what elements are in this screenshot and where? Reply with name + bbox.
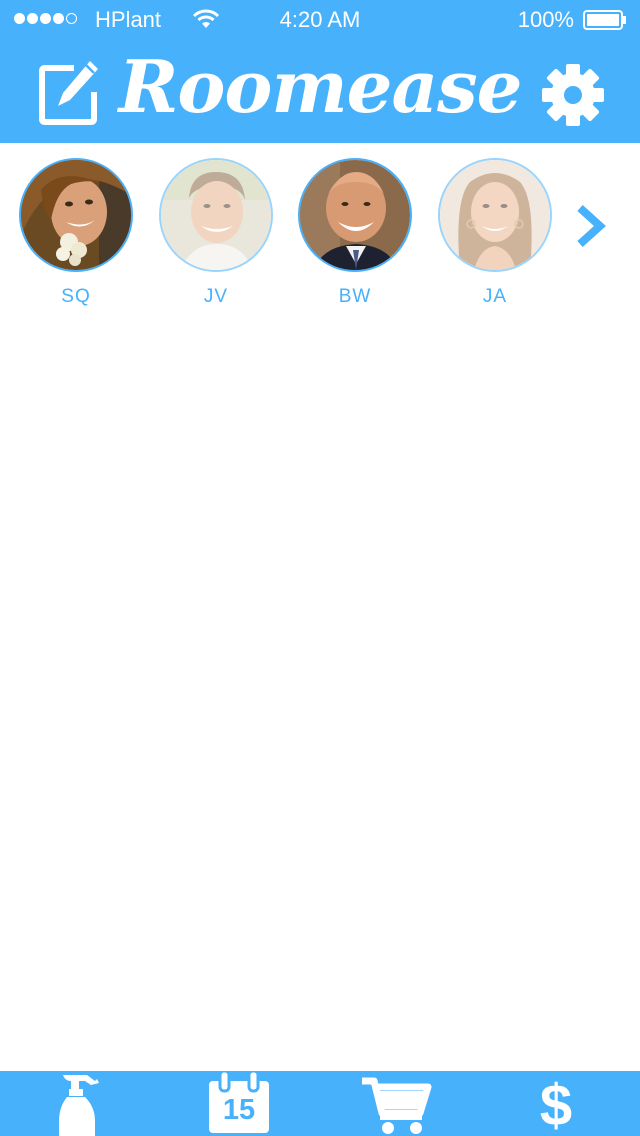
avatar-photo-bw: [300, 160, 410, 270]
avatar-photo-jv: [161, 160, 271, 270]
roommate-jv[interactable]: JV: [156, 158, 276, 308]
battery-percentage: 100%: [517, 7, 574, 32]
roommate-initials: JA: [482, 286, 508, 307]
spray-bottle-icon[interactable]: [57, 1071, 101, 1136]
roommate-initials: BW: [338, 286, 372, 307]
avatar-photo-sq: [21, 160, 131, 270]
avatar: [438, 158, 552, 272]
shopping-cart-icon[interactable]: [360, 1071, 432, 1136]
roommate-ja[interactable]: JA: [435, 158, 555, 308]
roommate-sq[interactable]: SQ: [16, 158, 136, 308]
top-bar: HPlant 4:20 AM 100% Roomease: [0, 0, 640, 143]
roommate-initials: SQ: [61, 286, 91, 307]
roommate-list: SQ JV BW JA: [0, 158, 640, 318]
dollar-icon[interactable]: $: [532, 1071, 580, 1136]
roommate-bw[interactable]: BW: [295, 158, 415, 308]
battery-icon: [583, 10, 626, 30]
gear-icon[interactable]: [541, 63, 605, 127]
svg-text:$: $: [540, 1073, 572, 1136]
avatar: [19, 158, 133, 272]
tab-bar: 15 $: [0, 1071, 640, 1136]
tab-calendar[interactable]: 15: [207, 1071, 271, 1136]
status-bar: HPlant 4:20 AM 100%: [0, 0, 640, 40]
avatar: [159, 158, 273, 272]
calendar-day: 15: [222, 1094, 256, 1126]
avatar-photo-ja: [440, 160, 550, 270]
avatar: [298, 158, 412, 272]
roommate-initials: JV: [203, 286, 229, 307]
chevron-right-icon[interactable]: [572, 202, 612, 250]
